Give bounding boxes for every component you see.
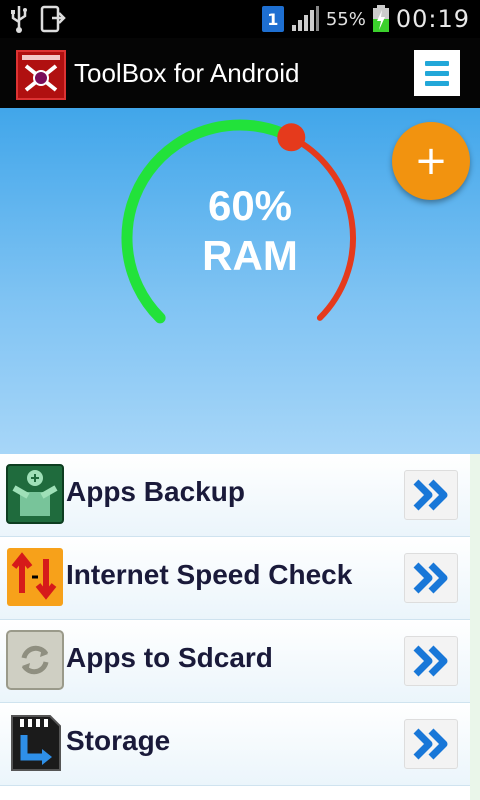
double-chevron-right-icon[interactable] [404, 719, 458, 769]
tools-list: Apps Backup Internet Speed Check Apps to… [0, 454, 480, 800]
ram-gauge-knob[interactable] [277, 123, 306, 152]
double-chevron-right-icon[interactable] [404, 553, 458, 603]
battery-charging-icon [372, 5, 389, 32]
list-item-internet-speed-check[interactable]: Internet Speed Check [0, 537, 470, 620]
signal-icon [291, 6, 319, 31]
ram-percent: 60% [207, 182, 293, 229]
ram-label: RAM [202, 232, 298, 279]
ram-gauge-panel: 60% RAM + [0, 108, 480, 454]
sdcard-move-icon [6, 630, 64, 690]
list-item-storage[interactable]: Storage [0, 703, 470, 786]
apps-backup-icon [6, 464, 64, 524]
list-item-label: Apps Backup [66, 476, 245, 507]
download-sync-icon [40, 5, 66, 33]
app-title: ToolBox for Android [74, 58, 300, 88]
list-item-label: Apps to Sdcard [66, 642, 273, 673]
list-item-label: Storage [66, 725, 171, 756]
list-item-apps-backup[interactable]: Apps Backup [0, 454, 470, 537]
usb-icon [11, 6, 27, 33]
status-bar: 1 55% 00:19 [0, 0, 480, 38]
storage-icon [6, 713, 64, 773]
clock: 00:19 [395, 5, 470, 33]
add-button[interactable]: + [392, 122, 470, 200]
speed-check-icon [6, 547, 64, 607]
sim-slot-badge: 1 [261, 6, 284, 32]
app-logo-icon [16, 50, 66, 100]
double-chevron-right-icon[interactable] [404, 636, 458, 686]
list-scroll-edge [470, 454, 480, 800]
list-item-label: Internet Speed Check [66, 559, 353, 590]
double-chevron-right-icon[interactable] [404, 470, 458, 520]
list-item-apps-to-sdcard[interactable]: Apps to Sdcard [0, 620, 470, 703]
hamburger-menu-icon[interactable] [414, 50, 460, 96]
app-bar: ToolBox for Android [0, 38, 480, 108]
battery-percent: 55% [325, 8, 366, 30]
